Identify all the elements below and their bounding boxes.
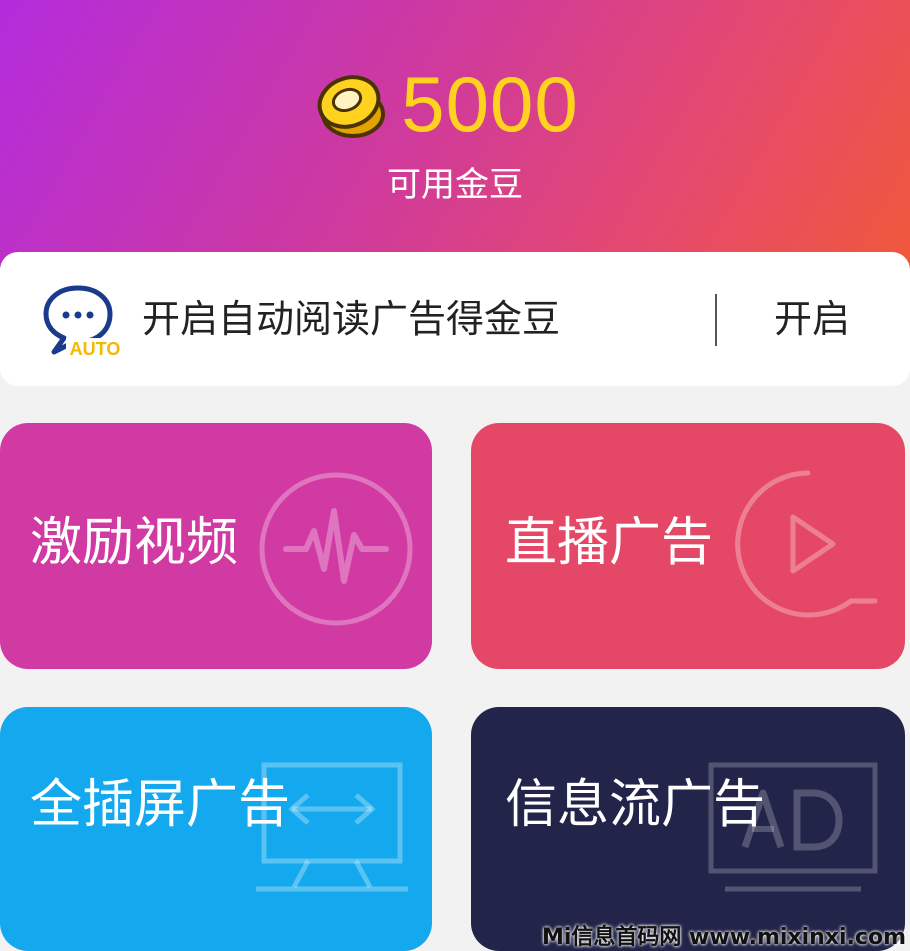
tile-label: 信息流广告 [505,775,766,835]
tile-incentive-video[interactable]: 激励视频 [0,423,432,669]
play-icon [735,470,878,618]
auto-badge: AUTO [70,339,121,358]
tile-label: 直播广告 [505,513,714,573]
watermark: Mi信息首码网 www.mixinxi.com [541,925,906,950]
tile-live-ad[interactable]: 直播广告 [471,423,905,669]
tile-interstitial-ad[interactable]: 全插屏广告 [0,707,432,951]
gold-coin-icon [317,75,386,138]
waveform-icon [259,472,413,626]
auto-read-card: AUTO 开启自动阅读广告得金豆 开启 [0,252,910,386]
auto-chat-icon: AUTO [43,285,124,358]
auto-read-text: 开启自动阅读广告得金豆 [142,297,561,341]
header-banner: 5000 可用金豆 [0,0,910,268]
tile-feed-ad[interactable]: 信息流广告 [471,707,905,951]
balance-label: 可用金豆 [387,165,523,205]
balance-value: 5000 [401,60,579,148]
divider [715,294,717,346]
enable-auto-read-button[interactable]: 开启 [774,292,850,346]
tile-label: 全插屏广告 [30,775,291,835]
balance-row: 5000 [0,62,910,146]
tile-label: 激励视频 [30,513,239,573]
